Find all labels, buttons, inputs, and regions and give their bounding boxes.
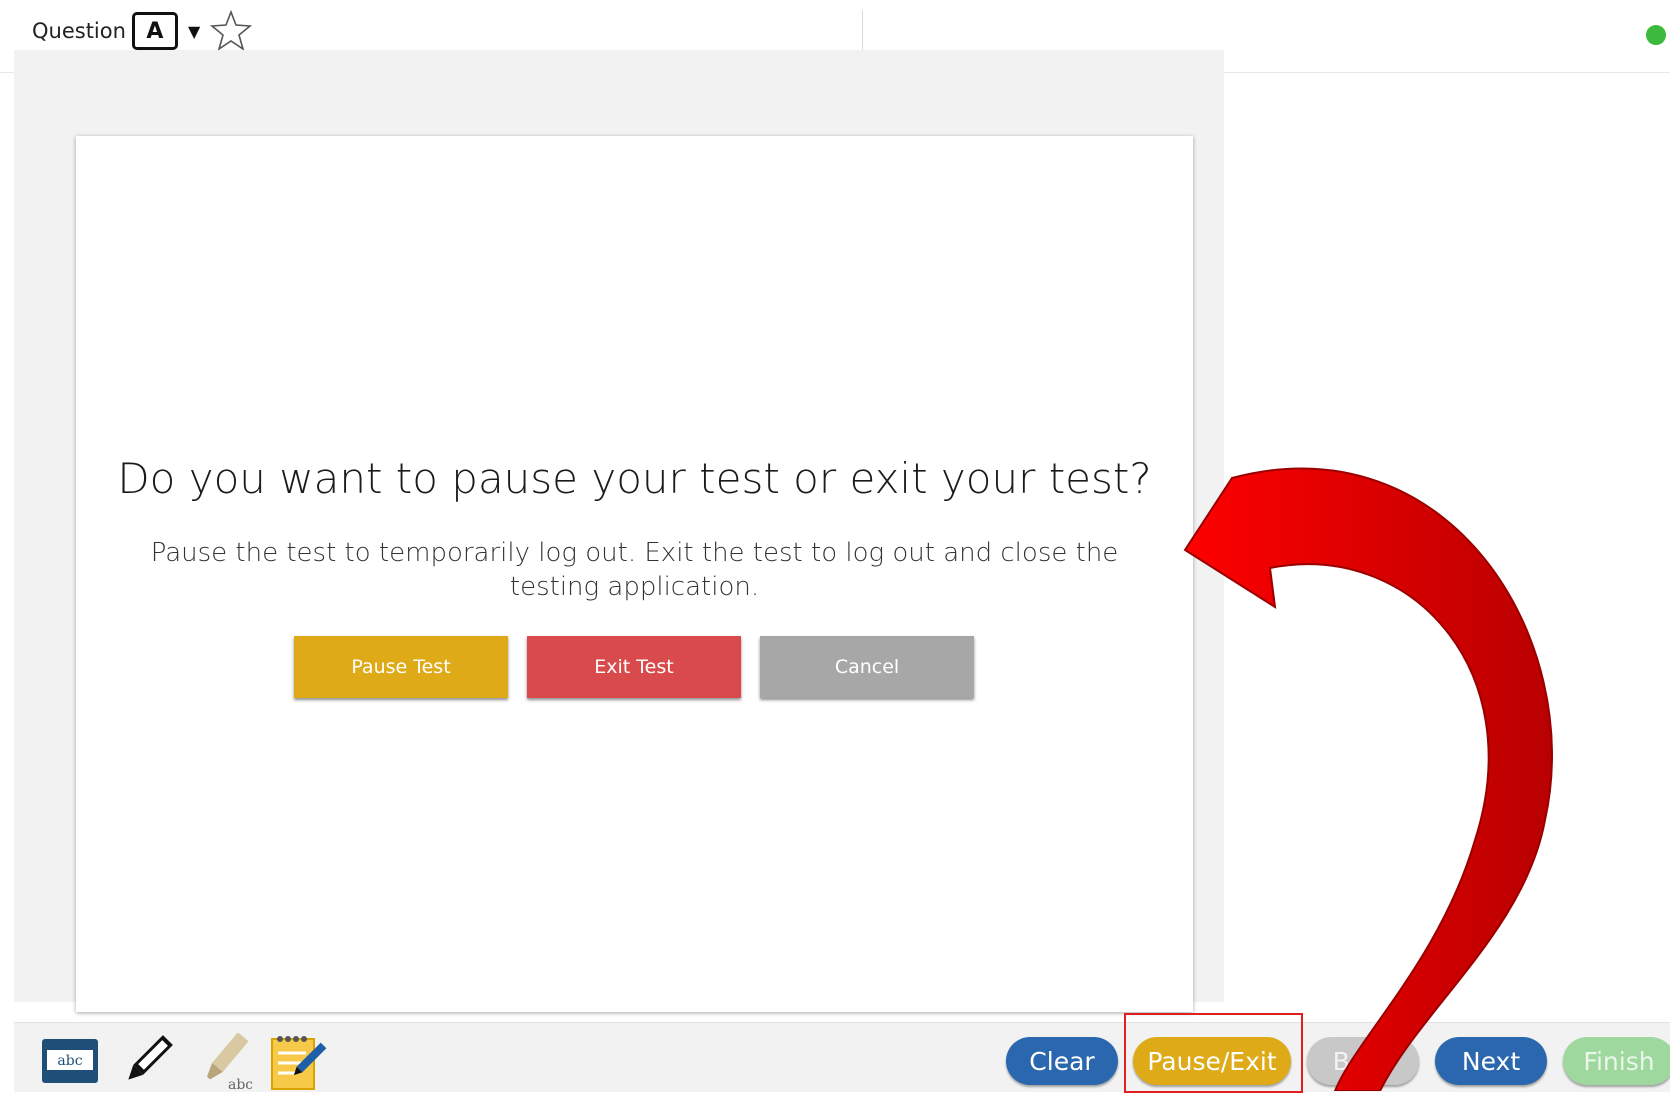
svg-text:abc: abc [57, 1053, 82, 1069]
svg-text:abc: abc [228, 1077, 252, 1091]
connection-status-dot [1646, 25, 1666, 45]
star-outline-icon[interactable] [208, 8, 254, 54]
header-divider [862, 10, 863, 50]
exit-test-button[interactable]: Exit Test [527, 636, 741, 698]
pause-exit-dialog: Do you want to pause your test or exit y… [76, 136, 1193, 1012]
dialog-message: Pause the test to temporarily log out. E… [150, 538, 1119, 602]
highlighter-icon[interactable]: abc [192, 1033, 252, 1091]
back-button[interactable]: Back [1307, 1037, 1419, 1085]
question-selector: Question A ▼ [32, 8, 254, 54]
bottom-toolbar: abc abc [14, 1022, 1670, 1092]
pencil-icon[interactable] [116, 1033, 176, 1091]
question-letter-box[interactable]: A [131, 12, 178, 50]
question-dropdown-caret-icon[interactable]: ▼ [188, 22, 200, 41]
notepad-icon[interactable] [268, 1033, 328, 1091]
line-reader-icon[interactable]: abc [40, 1033, 100, 1091]
next-button[interactable]: Next [1435, 1037, 1547, 1085]
finish-button[interactable]: Finish [1563, 1037, 1670, 1085]
cancel-button[interactable]: Cancel [760, 636, 974, 698]
clear-button[interactable]: Clear [1006, 1037, 1118, 1085]
question-panel: Do you want to pause your test or exit y… [14, 50, 1224, 1012]
pause-exit-button[interactable]: Pause/Exit [1133, 1037, 1291, 1085]
dialog-title: Do you want to pause your test or exit y… [117, 454, 1152, 503]
question-label: Question [32, 19, 126, 43]
pause-test-button[interactable]: Pause Test [294, 636, 508, 698]
